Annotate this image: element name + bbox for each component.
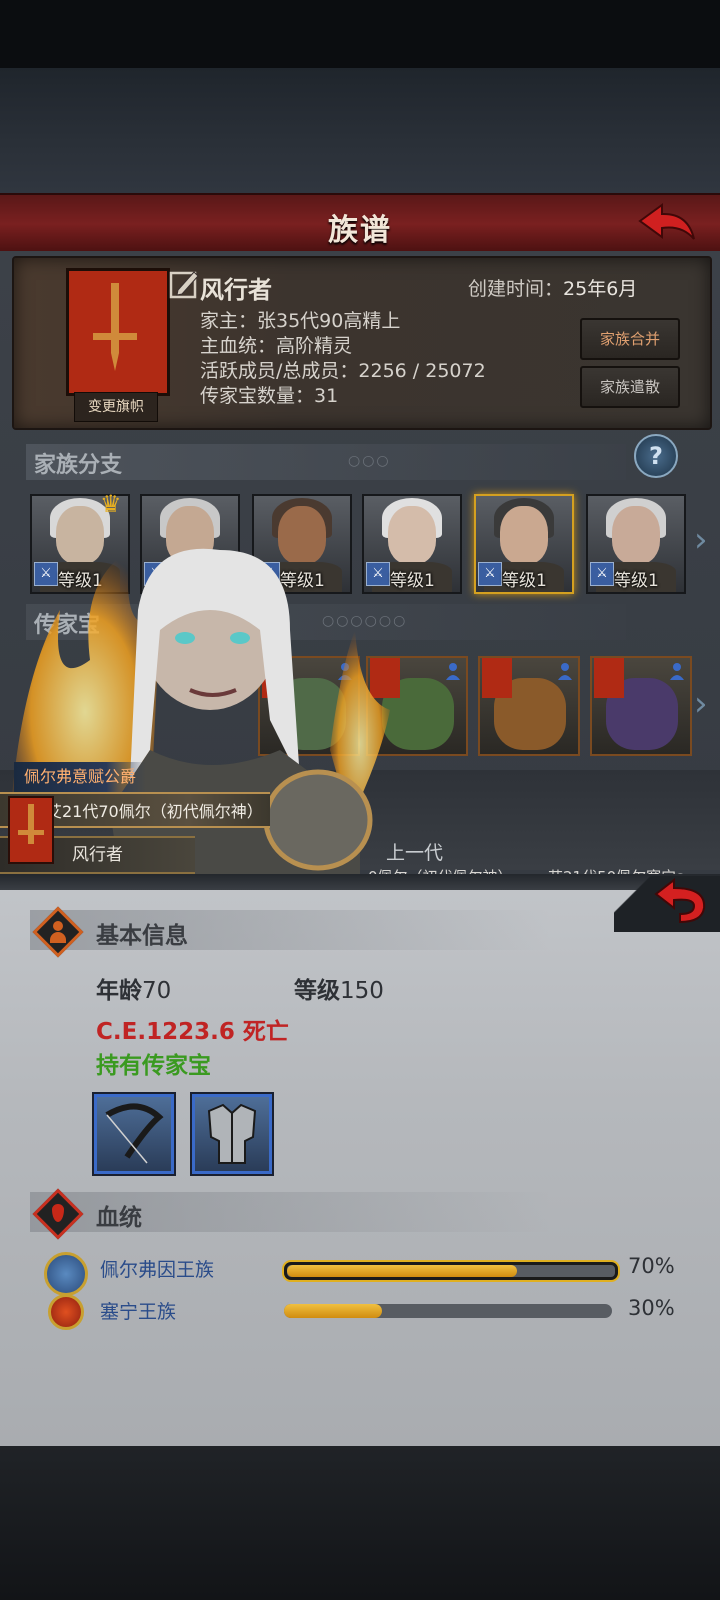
bloodline-name: 佩尔弗因王族 xyxy=(100,1259,215,1281)
item-slot-armor[interactable] xyxy=(192,1094,272,1174)
heirloom-item[interactable] xyxy=(478,656,580,756)
heirloom-count: 传家宝数量：31 xyxy=(200,385,339,407)
bloodline-bar xyxy=(284,1304,612,1318)
back-arrow-icon[interactable] xyxy=(636,201,698,247)
bloodline-bar xyxy=(284,1262,618,1280)
help-icon[interactable]: ? xyxy=(634,434,678,478)
heirloom-item[interactable] xyxy=(590,656,692,756)
level-value: 150 xyxy=(340,978,384,1004)
family-dissolve-button[interactable]: 家族遣散 xyxy=(580,366,680,408)
death-date: C.E.1223.6 死亡 xyxy=(96,1019,289,1045)
crown-icon: ♛ xyxy=(100,490,122,518)
member-count: 活跃成员/总成员：2256 / 25072 xyxy=(200,360,486,382)
back-button[interactable] xyxy=(614,876,720,932)
portrait-level: 等级1 xyxy=(614,571,659,591)
level-stat: 等级150 xyxy=(294,971,384,1005)
created-value: 25年6月 xyxy=(563,278,638,300)
branch-portrait[interactable]: ⚔等级1 xyxy=(586,494,686,594)
bloodline-name: 塞宁王族 xyxy=(100,1301,177,1323)
age-label: 年龄 xyxy=(96,978,142,1004)
character-title-tag: 佩尔弗意赋公爵 xyxy=(14,762,147,792)
branches-page-dots: ○○○ xyxy=(348,453,391,469)
created-label: 创建时间： xyxy=(468,278,564,300)
top-backdrop xyxy=(0,68,720,193)
bow-icon xyxy=(105,1103,164,1164)
basic-info-title: 基本信息 xyxy=(96,923,188,949)
item-slot-bow[interactable] xyxy=(94,1094,174,1174)
return-arrow-icon xyxy=(654,878,706,924)
bottom-backdrop xyxy=(0,1446,720,1600)
created-date: 创建时间：25年6月 xyxy=(468,274,637,301)
portrait-face xyxy=(612,506,660,564)
main-bloodline: 主血统：高阶精灵 xyxy=(200,335,353,357)
sword-emblem-icon xyxy=(93,283,137,371)
level-label: 等级 xyxy=(294,978,340,1004)
family-banner[interactable] xyxy=(66,268,170,396)
armor-icon xyxy=(207,1103,257,1164)
bloodline-bar-fill xyxy=(284,1304,383,1318)
character-banner xyxy=(8,796,54,864)
change-flag-button[interactable]: 变更旗帜 xyxy=(74,392,158,422)
heirloom-status: 持有传家宝 xyxy=(96,1053,211,1079)
person-icon xyxy=(670,663,684,680)
edit-icon[interactable] xyxy=(168,268,200,300)
person-icon xyxy=(558,663,572,680)
page-title: 族谱 xyxy=(328,213,392,248)
bloodline-percent: 30% xyxy=(628,1296,675,1320)
family-merge-button[interactable]: 家族合并 xyxy=(580,318,680,360)
branch-portrait[interactable]: ⚔等级1 xyxy=(474,494,574,594)
banner-icon xyxy=(482,658,512,698)
sword-icon: ⚔ xyxy=(590,562,614,586)
sword-icon: ⚔ xyxy=(478,562,502,586)
portrait-face xyxy=(500,506,548,564)
bloodline-bar-fill xyxy=(287,1265,517,1277)
person-icon xyxy=(446,663,460,680)
panel-divider xyxy=(0,874,720,890)
bloodline-title: 血统 xyxy=(96,1205,142,1231)
branches-title: 家族分支 xyxy=(34,453,123,478)
sword-emblem-icon xyxy=(18,804,44,844)
family-leader: 家主：张35代90高精上 xyxy=(200,310,401,332)
family-name: 风行者 xyxy=(200,276,272,304)
age-value: 70 xyxy=(142,978,172,1004)
bloodline-percent: 70% xyxy=(628,1254,675,1278)
royal-crest-icon xyxy=(44,1252,88,1296)
title-bar: 族谱 xyxy=(0,193,720,255)
chevron-right-icon[interactable]: › xyxy=(694,684,708,724)
banner-icon xyxy=(594,658,624,698)
portrait-level: 等级1 xyxy=(502,571,547,591)
age-stat: 年龄70 xyxy=(96,971,171,1005)
sun-crest-icon xyxy=(48,1294,84,1330)
chevron-right-icon[interactable]: › xyxy=(694,520,708,560)
